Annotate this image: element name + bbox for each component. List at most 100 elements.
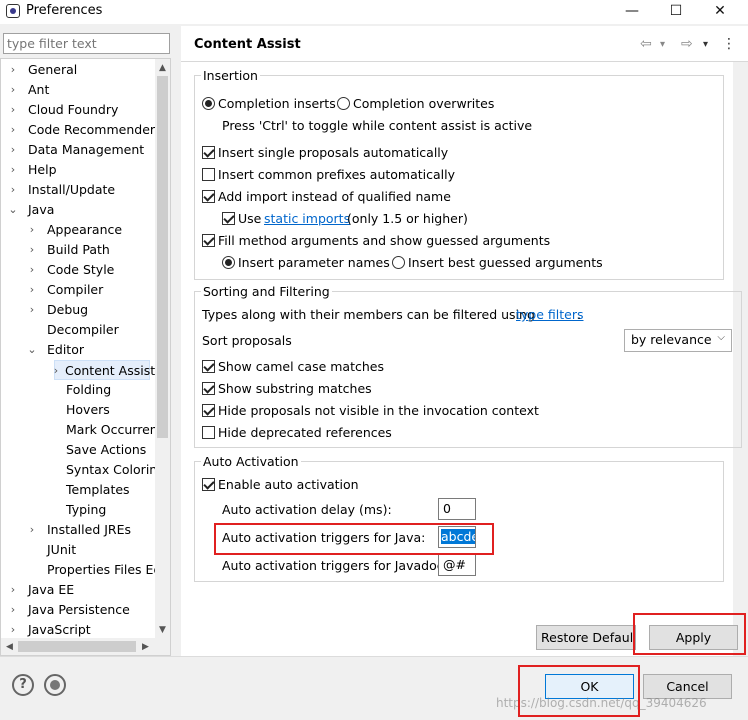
javadoc-triggers-input[interactable]: @# (438, 554, 476, 576)
completion-overwrites-radio[interactable] (337, 97, 350, 110)
tree-item-label: Syntax Coloring (66, 462, 155, 477)
chevron-right-icon[interactable]: › (8, 120, 18, 140)
back-arrow-icon[interactable]: ⇦ (640, 36, 652, 52)
minimize-button[interactable]: — (620, 1, 644, 21)
add-import-checkbox[interactable] (202, 190, 215, 203)
tree-item[interactable]: › Debug (0, 300, 155, 320)
use-static-imports-checkbox[interactable] (222, 212, 235, 225)
activation-delay-label: Auto activation delay (ms): (222, 502, 392, 517)
maximize-button[interactable]: ☐ (664, 1, 688, 21)
fill-method-arguments-checkbox[interactable] (202, 234, 215, 247)
tree-item[interactable]: › Java EE (0, 580, 155, 600)
chevron-right-icon[interactable]: › (8, 140, 18, 160)
tree-scroll-down-icon[interactable]: ▼ (155, 622, 170, 638)
hide-deprecated-checkbox[interactable] (202, 426, 215, 439)
enable-auto-activation-checkbox[interactable] (202, 478, 215, 491)
chevron-right-icon[interactable]: › (27, 220, 37, 240)
chevron-right-icon[interactable]: › (27, 260, 37, 280)
tree-item[interactable]: › Data Management (0, 140, 155, 160)
type-filters-period: . (577, 307, 581, 322)
activation-delay-input[interactable]: 0 (438, 498, 476, 520)
insert-best-guessed-label: Insert best guessed arguments (408, 255, 603, 270)
tree-item[interactable]: › Cloud Foundry (0, 100, 155, 120)
tree-item-label: Mark Occurren (66, 422, 155, 437)
tree-item-label: Install/Update (28, 182, 116, 197)
chevron-right-icon[interactable]: › (8, 60, 18, 80)
chevron-right-icon[interactable]: › (8, 100, 18, 120)
chevron-right-icon[interactable]: › (51, 361, 61, 381)
tree-item[interactable]: Typing (0, 500, 155, 520)
forward-arrow-icon[interactable]: ⇨ (681, 36, 693, 52)
tree-item-label: Build Path (47, 242, 110, 257)
tree-item[interactable]: › JavaScript (0, 620, 155, 638)
insert-common-prefixes-checkbox[interactable] (202, 168, 215, 181)
completion-inserts-radio[interactable] (202, 97, 215, 110)
tree-item[interactable]: Templates (0, 480, 155, 500)
tree-item[interactable]: JUnit (0, 540, 155, 560)
tree-scroll-right-icon[interactable]: ▶ (138, 639, 153, 655)
close-button[interactable]: ✕ (708, 1, 732, 21)
tree-item[interactable]: › Installed JREs (0, 520, 155, 540)
tree-item[interactable]: Mark Occurren (0, 420, 155, 440)
tree-item[interactable]: › Code Style (0, 260, 155, 280)
chevron-down-icon[interactable]: ⌄ (27, 340, 37, 360)
help-icon[interactable]: ? (12, 674, 34, 696)
insert-parameter-names-label: Insert parameter names (238, 255, 390, 270)
insert-parameter-names-radio[interactable] (222, 256, 235, 269)
filter-input[interactable] (3, 33, 170, 54)
apply-button[interactable]: Apply (649, 625, 738, 650)
chevron-right-icon[interactable]: › (8, 580, 18, 600)
view-menu-icon[interactable]: ⋮ (722, 36, 736, 52)
chevron-right-icon[interactable]: › (8, 600, 18, 620)
chevron-right-icon[interactable]: › (27, 520, 37, 540)
import-export-icon[interactable] (44, 674, 66, 696)
type-filters-link[interactable]: type filters (516, 307, 584, 323)
tree-item[interactable]: ⌄ Java (0, 200, 155, 220)
hide-not-visible-checkbox[interactable] (202, 404, 215, 417)
watermark-text: https://blog.csdn.net/qq_39404626 (496, 696, 707, 710)
tree-item[interactable]: › Compiler (0, 280, 155, 300)
tree-item[interactable]: › Appearance (0, 220, 155, 240)
chevron-right-icon[interactable]: › (8, 160, 18, 180)
tree-scroll-left-icon[interactable]: ◀ (2, 639, 17, 655)
static-imports-link[interactable]: static imports (264, 211, 350, 227)
camel-case-checkbox[interactable] (202, 360, 215, 373)
tree-item[interactable]: Hovers (0, 400, 155, 420)
chevron-right-icon[interactable]: › (8, 620, 18, 638)
chevron-right-icon[interactable]: › (27, 240, 37, 260)
back-menu-icon[interactable]: ▾ (660, 39, 665, 50)
sort-proposals-select[interactable]: by relevance ⌵ (624, 329, 732, 352)
auto-activation-legend: Auto Activation (203, 454, 299, 469)
tree-item[interactable]: › Install/Update (0, 180, 155, 200)
tree-item[interactable]: Folding (0, 380, 155, 400)
java-triggers-input[interactable]: abcde (438, 526, 476, 548)
tree-scroll-up-icon[interactable]: ▲ (155, 60, 170, 76)
tree-item[interactable]: › General (0, 60, 155, 80)
tree-item[interactable]: › Java Persistence (0, 600, 155, 620)
chevron-right-icon[interactable]: › (8, 80, 18, 100)
tree-item-label: Debug (47, 302, 89, 317)
sort-proposals-label: Sort proposals (202, 333, 292, 348)
forward-menu-icon[interactable]: ▾ (703, 39, 708, 50)
tree-item-label: Appearance (47, 222, 123, 237)
tree-item[interactable]: Properties Files Ed (0, 560, 155, 580)
insert-best-guessed-radio[interactable] (392, 256, 405, 269)
substring-checkbox[interactable] (202, 382, 215, 395)
tree-item[interactable]: Syntax Coloring (0, 460, 155, 480)
tree-item[interactable]: › Help (0, 160, 155, 180)
insert-single-proposals-checkbox[interactable] (202, 146, 215, 159)
tree-hscroll-thumb[interactable] (18, 641, 136, 652)
restore-defaults-button[interactable]: Restore Defaults (536, 625, 636, 650)
tree-item[interactable]: › Code Recommenders (0, 120, 155, 140)
tree-item[interactable]: › Build Path (0, 240, 155, 260)
chevron-right-icon[interactable]: › (8, 180, 18, 200)
tree-item[interactable]: › Content Assist (51, 360, 155, 381)
chevron-right-icon[interactable]: › (27, 280, 37, 300)
tree-item[interactable]: Decompiler (0, 320, 155, 340)
tree-scroll-thumb[interactable] (157, 76, 168, 438)
tree-item[interactable]: ⌄ Editor (0, 340, 155, 360)
tree-item[interactable]: Save Actions (0, 440, 155, 460)
tree-item[interactable]: › Ant (0, 80, 155, 100)
chevron-right-icon[interactable]: › (27, 300, 37, 320)
chevron-down-icon[interactable]: ⌄ (8, 200, 18, 220)
